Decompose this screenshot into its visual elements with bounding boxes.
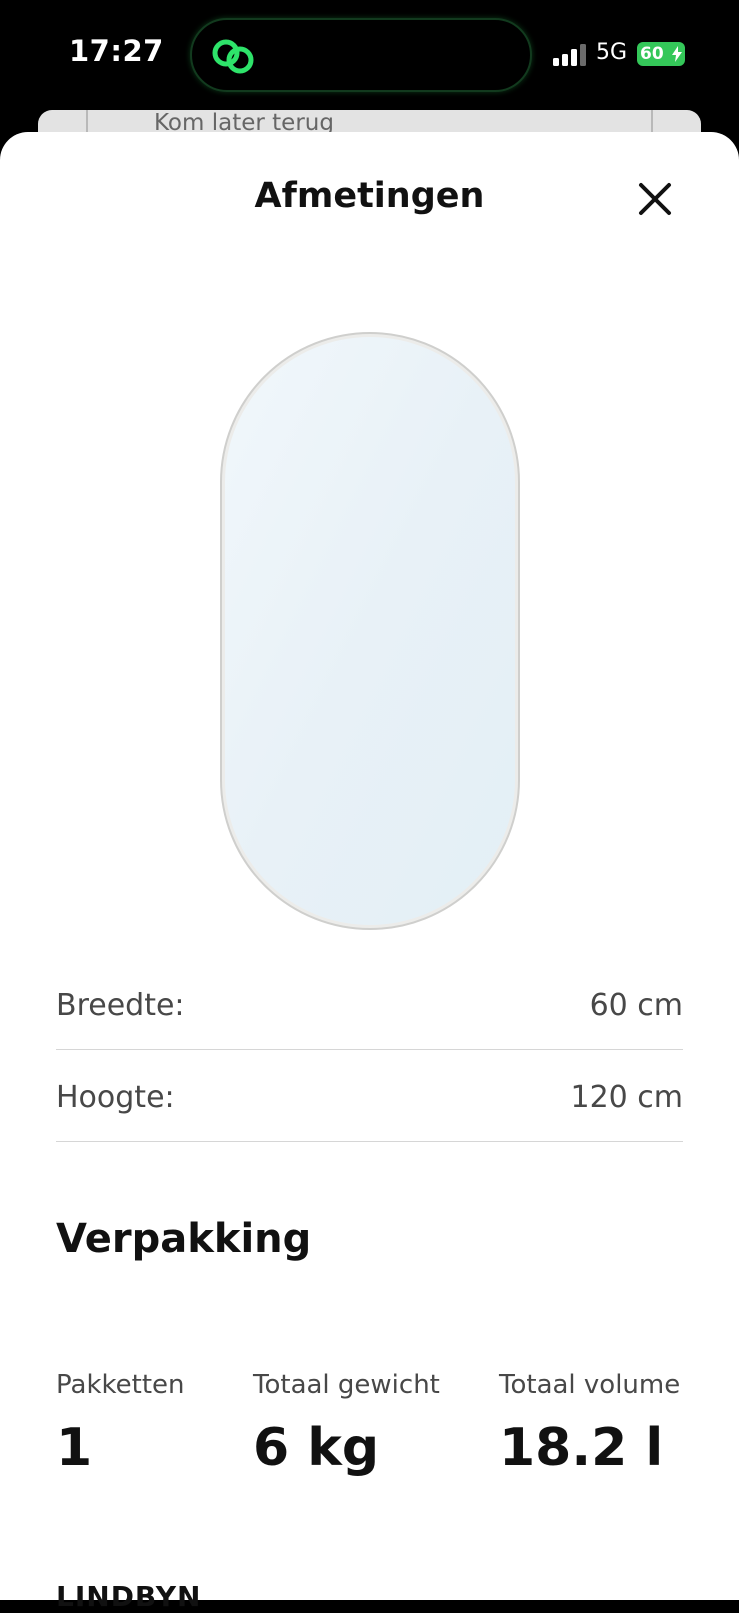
dimension-value: 60 cm — [589, 988, 683, 1023]
status-bar: 17:27 5G 60 — [0, 0, 739, 110]
dimension-row-width: Breedte: 60 cm — [56, 958, 683, 1050]
charging-bolt-icon — [672, 46, 682, 62]
network-type: 5G — [596, 40, 628, 65]
close-icon — [639, 183, 671, 215]
cellular-signal-icon — [553, 44, 586, 66]
dimensions-sheet: Afmetingen Breedte: 60 cm Hoogte: 120 cm… — [0, 132, 739, 1613]
stat-label: Totaal gewicht — [253, 1370, 440, 1400]
battery-level: 60 — [640, 44, 664, 64]
total-weight-stat: Totaal gewicht 6 kg — [253, 1370, 440, 1478]
battery-indicator: 60 — [637, 42, 685, 66]
stat-value: 1 — [56, 1418, 93, 1478]
dimension-row-height: Hoogte: 120 cm — [56, 1050, 683, 1142]
stat-value: 18.2 l — [499, 1418, 664, 1478]
link-chain-icon — [212, 39, 254, 74]
packages-stat: Pakketten 1 — [56, 1370, 185, 1478]
dimension-label: Breedte: — [56, 988, 185, 1023]
status-time: 17:27 — [69, 34, 164, 68]
oval-mirror-image — [220, 332, 520, 930]
stat-label: Pakketten — [56, 1370, 185, 1400]
dimension-value: 120 cm — [570, 1080, 683, 1115]
packaging-title: Verpakking — [56, 1216, 312, 1262]
dynamic-island[interactable] — [190, 18, 532, 92]
stat-value: 6 kg — [253, 1418, 380, 1478]
sheet-title: Afmetingen — [254, 176, 485, 216]
stat-label: Totaal volume — [499, 1370, 681, 1400]
close-button[interactable] — [632, 176, 678, 222]
dimension-label: Hoogte: — [56, 1080, 175, 1115]
product-name-heading: LINDBYN — [56, 1580, 202, 1613]
total-volume-stat: Totaal volume 18.2 l — [499, 1370, 680, 1478]
